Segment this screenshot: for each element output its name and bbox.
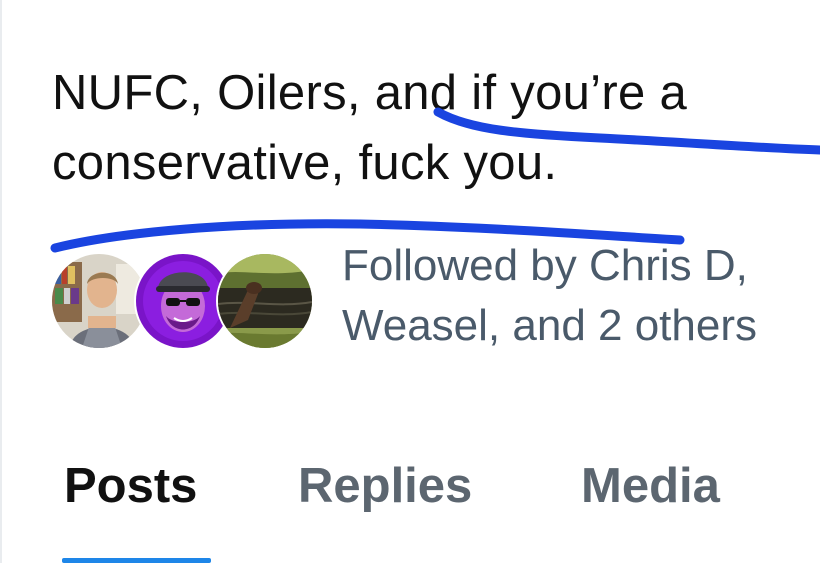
tab-replies[interactable]: Replies <box>298 458 472 514</box>
tab-media[interactable]: Media <box>581 458 720 514</box>
tab-posts[interactable]: Posts <box>64 458 197 514</box>
bio-line-1: NUFC, Oilers, and if you’re a <box>52 66 688 120</box>
followed-by-text[interactable]: Followed by Chris D, Weasel, and 2 other… <box>342 236 820 356</box>
profile-bio: NUFC, Oilers, and if you’re a conservati… <box>52 58 820 198</box>
profile-tabs: Posts Replies Media <box>0 448 820 563</box>
bio-line-2: conservative, fuck you. <box>52 136 558 190</box>
avatar-animal-water-icon[interactable] <box>216 252 314 350</box>
active-tab-indicator <box>62 558 211 563</box>
followed-by-line-2: Weasel, and 2 others <box>342 301 757 350</box>
followed-by-line-1: Followed by Chris D, <box>342 241 748 290</box>
follower-avatars[interactable] <box>50 252 314 350</box>
